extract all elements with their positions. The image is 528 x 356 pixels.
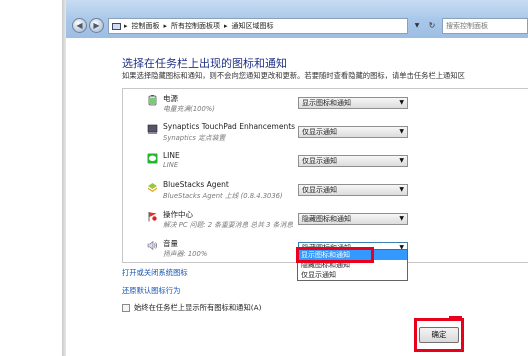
bluestacks-icon (148, 183, 157, 192)
chevron-down-icon: ▼ (399, 128, 404, 135)
icon-name: Synaptics TouchPad Enhancements (163, 122, 296, 131)
address-dropdown-icon[interactable]: ▼ (411, 18, 423, 34)
icon-description: 解决 PC 问题: 2 条重要消息 总共 3 条消息 (163, 221, 294, 229)
ok-button[interactable]: 确定 (419, 327, 459, 343)
refresh-icon[interactable]: ↻ (424, 18, 440, 34)
icon-name: BlueStacks Agent (163, 180, 229, 189)
icon-description: LINE (163, 161, 179, 169)
touchpad-icon (147, 124, 158, 134)
forward-button[interactable]: ▶ (89, 18, 104, 33)
breadcrumb-notification-icons[interactable]: 通知区域图标 (232, 21, 274, 31)
power-icon (148, 95, 157, 106)
behavior-select[interactable]: 仅显示通知 ▼ (298, 155, 408, 167)
list-item: LINE LINE 仅显示通知 ▼ (123, 150, 528, 178)
line-icon (147, 153, 158, 164)
page-description: 如果选择隐藏图标和通知，则不会向您通知更改和更新。若要随时查看隐藏的图标，请单击… (122, 71, 465, 80)
chevron-down-icon: ▼ (399, 186, 404, 193)
behavior-select[interactable]: 隐藏图标和通知 ▼ (298, 213, 408, 225)
icon-list[interactable]: 电源 电量充满(100%) 显示图标和通知 ▼ Synaptics TouchPa… (122, 88, 528, 263)
behavior-select[interactable]: 显示图标和通知 ▼ (298, 97, 408, 109)
search-input[interactable] (446, 22, 516, 30)
icon-name: LINE (163, 151, 180, 160)
behavior-select[interactable]: 仅显示通知 ▼ (298, 184, 408, 196)
breadcrumb-all-items[interactable]: 所有控制面板项 (171, 21, 220, 31)
page-title: 选择在任务栏上出现的图标和通知 (122, 57, 287, 70)
title-bar: ◀ ▶ ▸ 控制面板 ▸ 所有控制面板项 ▸ 通知区域图标 ▼ ↻ (66, 0, 528, 38)
system-icons-link[interactable]: 打开或关闭系统图标 (122, 268, 188, 278)
speaker-icon (147, 240, 157, 251)
breadcrumb-sep-icon: ▸ (224, 22, 228, 30)
chevron-down-icon: ▼ (399, 157, 404, 164)
annotation-highlight-box (296, 247, 374, 263)
breadcrumb-control-panel[interactable]: 控制面板 (132, 21, 160, 31)
always-show-checkbox[interactable] (122, 304, 130, 312)
back-button[interactable]: ◀ (72, 18, 87, 33)
address-bar[interactable]: ▸ 控制面板 ▸ 所有控制面板项 ▸ 通知区域图标 (108, 18, 408, 34)
icon-description: BlueStacks Agent 上线 (0.8.4.3036) (163, 192, 283, 200)
breadcrumb-sep-icon: ▸ (163, 22, 168, 30)
chevron-down-icon: ▼ (399, 99, 404, 106)
icon-description: 扬声器: 100% (163, 250, 208, 258)
search-box[interactable] (442, 18, 528, 34)
breadcrumb-sep-icon: ▸ (124, 22, 128, 30)
icon-description: 电量充满(100%) (163, 105, 215, 113)
main-content: 选择在任务栏上出现的图标和通知 如果选择隐藏图标和通知，则不会向您通知更改和更新… (66, 38, 528, 356)
action-center-flag-icon (148, 212, 157, 222)
list-item: 操作中心 解决 PC 问题: 2 条重要消息 总共 3 条消息 隐藏图标和通知 ▼ (123, 208, 528, 236)
icon-description: Synaptics 定点装置 (163, 134, 226, 142)
control-panel-window: ◀ ▶ ▸ 控制面板 ▸ 所有控制面板项 ▸ 通知区域图标 ▼ ↻ 选择在任务栏… (66, 0, 528, 356)
always-show-row[interactable]: 始终在任务栏上显示所有图标和通知(A) (122, 303, 261, 313)
outer-margin (0, 0, 66, 356)
always-show-label: 始终在任务栏上显示所有图标和通知(A) (134, 303, 262, 312)
list-item: BlueStacks Agent BlueStacks Agent 上线 (0.… (123, 179, 528, 207)
restore-default-link[interactable]: 还原默认图标行为 (122, 286, 180, 296)
list-item: 电源 电量充满(100%) 显示图标和通知 ▼ (123, 92, 528, 120)
dropdown-option-notify-only[interactable]: 仅显示通知 (298, 270, 407, 280)
list-item: Synaptics TouchPad Enhancements Synaptic… (123, 121, 528, 149)
chevron-down-icon: ▼ (399, 215, 404, 222)
behavior-select[interactable]: 仅显示通知 ▼ (298, 126, 408, 138)
control-panel-icon (112, 22, 121, 30)
